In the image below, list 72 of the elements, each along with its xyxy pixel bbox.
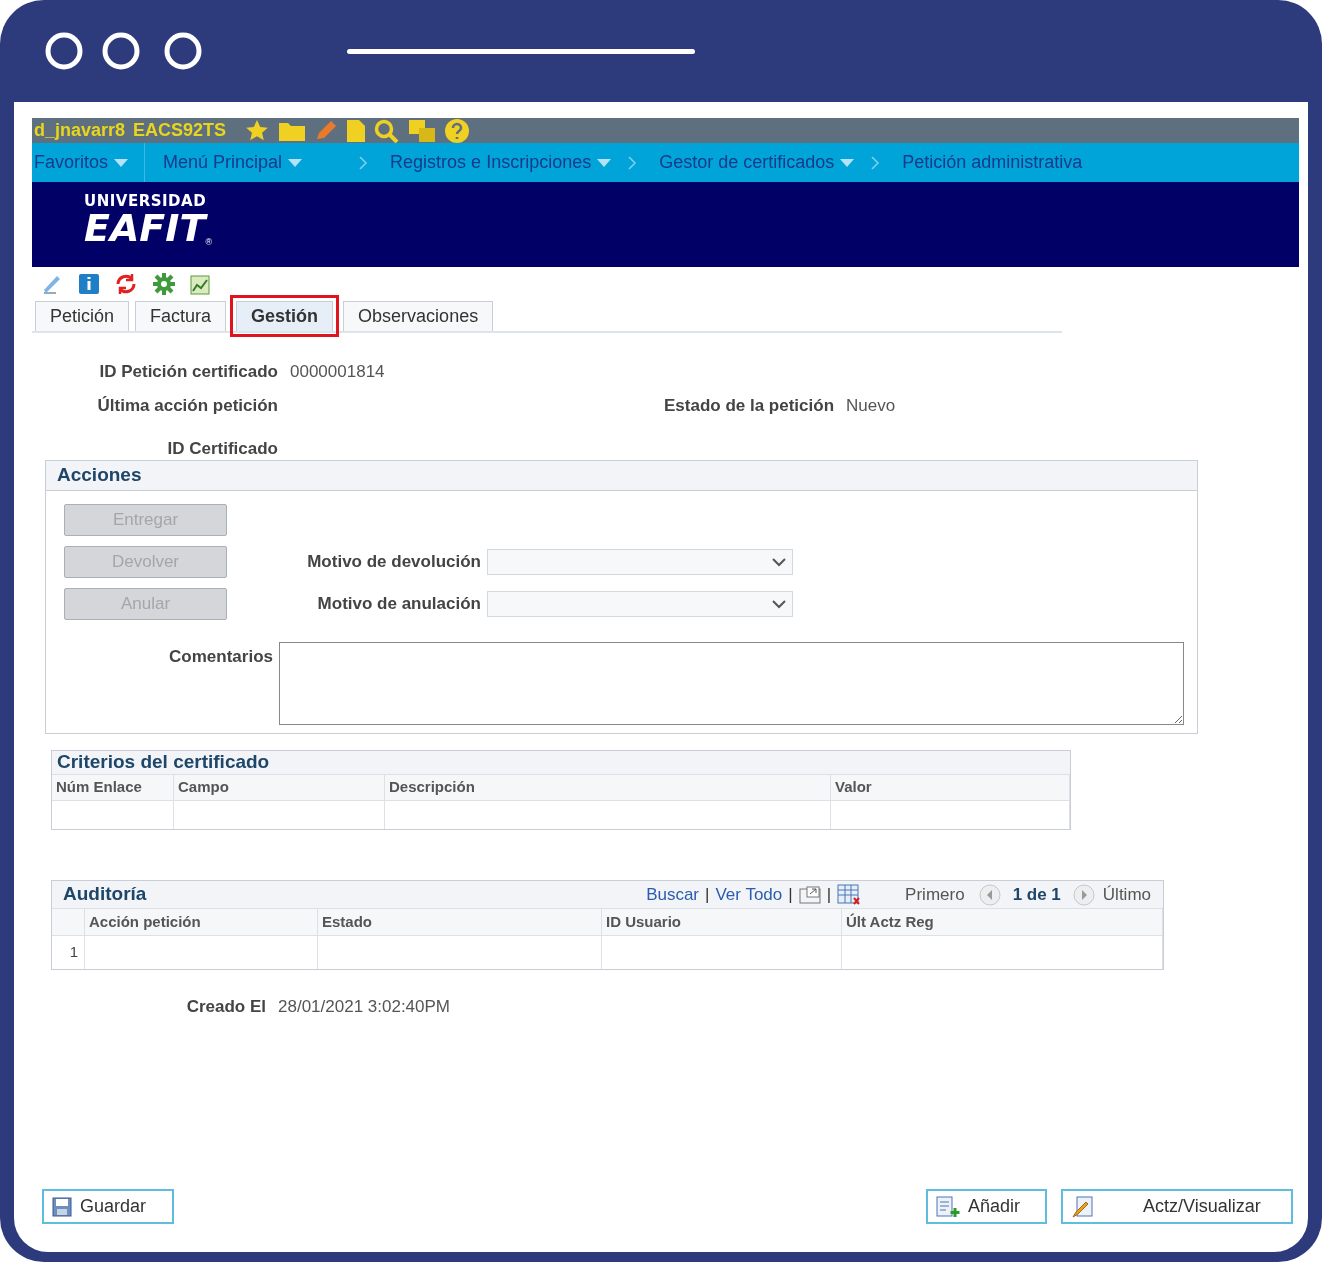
- search-icon[interactable]: [374, 118, 401, 143]
- logo-text: EAFIT: [84, 209, 206, 247]
- footer-button[interactable]: Guardar: [42, 1189, 174, 1224]
- document-icon[interactable]: [346, 118, 367, 143]
- column-header: Campo: [174, 775, 385, 800]
- field-label: ID Certificado: [166, 438, 278, 460]
- field-label: Estado de la petición: [664, 395, 835, 417]
- field-label: Creado El: [185, 996, 267, 1018]
- tab[interactable]: Petición: [35, 301, 130, 331]
- breadcrumb-link[interactable]: Favoritos: [34, 149, 129, 176]
- breadcrumb-link[interactable]: Registros e Inscripciones: [390, 149, 612, 176]
- edit-document-icon: [1071, 1195, 1095, 1218]
- previous-icon[interactable]: [978, 883, 1001, 906]
- spreadsheet-icon[interactable]: [837, 883, 862, 906]
- chevron-icon: [627, 154, 638, 171]
- column-header: ID Usuario: [602, 909, 842, 935]
- pager-label: Primero: [905, 883, 965, 906]
- system-name: EACS92TS: [133, 119, 227, 142]
- pager-label: Último: [1102, 883, 1151, 906]
- gear-icon[interactable]: [152, 272, 176, 296]
- field-label: Motivo de devolución: [306, 551, 482, 574]
- column-header: Núm Enlace: [52, 775, 174, 800]
- breadcrumb-link[interactable]: Menú Principal: [163, 149, 303, 176]
- breadcrumb-link[interactable]: Petición administrativa: [902, 149, 1083, 176]
- tab[interactable]: Factura: [135, 301, 227, 331]
- breadcrumb-link[interactable]: Gestor de certificados: [659, 149, 855, 176]
- window-control-icon[interactable]: [44, 31, 84, 71]
- user-name: d_jnavarr8: [34, 119, 126, 142]
- grid-link[interactable]: Ver Todo: [715, 881, 783, 908]
- footer-button[interactable]: Añadir: [926, 1189, 1047, 1224]
- chevron-icon: [358, 154, 369, 171]
- separator: |: [788, 883, 793, 906]
- grid-link[interactable]: Buscar: [646, 881, 700, 908]
- column-header: Estado: [318, 909, 602, 935]
- refresh-icon[interactable]: [114, 272, 138, 296]
- column-header: Últ Actz Reg: [842, 909, 1163, 935]
- chevron-icon: [870, 154, 881, 171]
- field-value: 0000001814: [290, 361, 385, 383]
- separator: |: [705, 883, 710, 906]
- dropdown-field[interactable]: [487, 591, 793, 617]
- info-icon[interactable]: [78, 273, 100, 295]
- field-value: 28/01/2021 3:02:40PM: [278, 996, 451, 1018]
- next-icon[interactable]: [1072, 883, 1095, 906]
- column-header: Valor: [831, 775, 1070, 800]
- dropdown-field[interactable]: [487, 549, 793, 575]
- grid-title: Auditoría: [63, 882, 147, 907]
- tab[interactable]: Observaciones: [343, 301, 494, 331]
- add-document-icon: [936, 1195, 960, 1218]
- field-label: Motivo de anulación: [316, 593, 482, 616]
- window-control-icon[interactable]: [101, 31, 141, 71]
- field-value: Nuevo: [846, 395, 896, 417]
- windows-icon[interactable]: [408, 118, 437, 143]
- field-label: Comentarios: [168, 646, 274, 668]
- chevron-down-icon: [772, 557, 786, 567]
- chevron-down-icon: [772, 599, 786, 609]
- tab[interactable]: Gestión: [236, 301, 334, 331]
- row-number: 1: [52, 936, 85, 969]
- footer-button[interactable]: Actz/Visualizar: [1061, 1189, 1293, 1224]
- help-icon[interactable]: [444, 118, 471, 143]
- logo-text: UNIVERSIDAD: [84, 194, 207, 209]
- zoom-window-icon[interactable]: [798, 885, 821, 904]
- column-header: Descripción: [385, 775, 831, 800]
- page-count: 1 de 1: [1012, 883, 1061, 906]
- section-title: Acciones: [57, 463, 142, 488]
- chart-icon[interactable]: [190, 273, 212, 295]
- grid-title: Criterios del certificado: [57, 750, 270, 775]
- column-header: Acción petición: [85, 909, 318, 935]
- window-control-icon[interactable]: [163, 31, 203, 71]
- field-label: Última acción petición: [96, 395, 278, 417]
- field-label: ID Petición certificado: [98, 361, 278, 383]
- separator: |: [826, 883, 832, 906]
- comments-field[interactable]: [279, 642, 1184, 725]
